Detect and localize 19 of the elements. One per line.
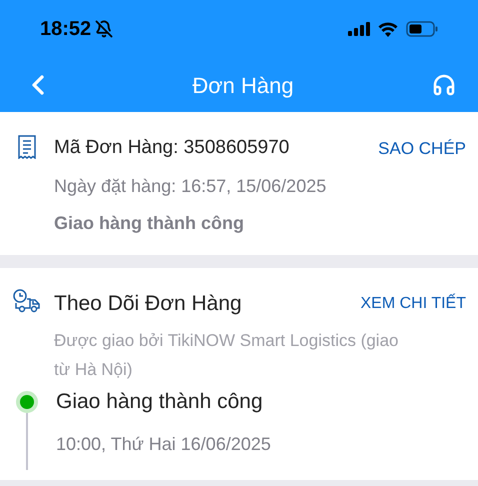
clock-time: 18:52 [40,17,92,42]
copy-link[interactable]: SAO CHÉP [378,136,466,161]
view-detail-link[interactable]: XEM CHI TIẾT [360,292,466,316]
wifi-icon [378,22,398,36]
page-title: Đơn Hàng [192,72,294,100]
event-time: 10:00, Thứ Hai 16/06/2025 [56,433,271,456]
order-code: Mã Đơn Hàng: 3508605970 [54,136,290,160]
delivery-truck-icon [12,288,42,314]
headset-icon [432,73,456,97]
tracking-title: Theo Dõi Đơn Hàng [54,291,242,317]
order-date: Ngày đặt hàng: 16:57, 15/06/2025 [54,174,328,198]
muted-bell-icon [95,20,114,38]
event-title: Giao hàng thành công [56,388,264,414]
carrier-text: Được giao bởi TikiNOW Smart Logistics (giao từ Hà Nội) [54,330,400,380]
support-headset-button[interactable] [432,73,456,97]
receipt-icon [16,135,38,159]
battery-icon [406,21,438,37]
order-status: Giao hàng thành công [54,212,245,235]
signal-icon [348,22,370,36]
